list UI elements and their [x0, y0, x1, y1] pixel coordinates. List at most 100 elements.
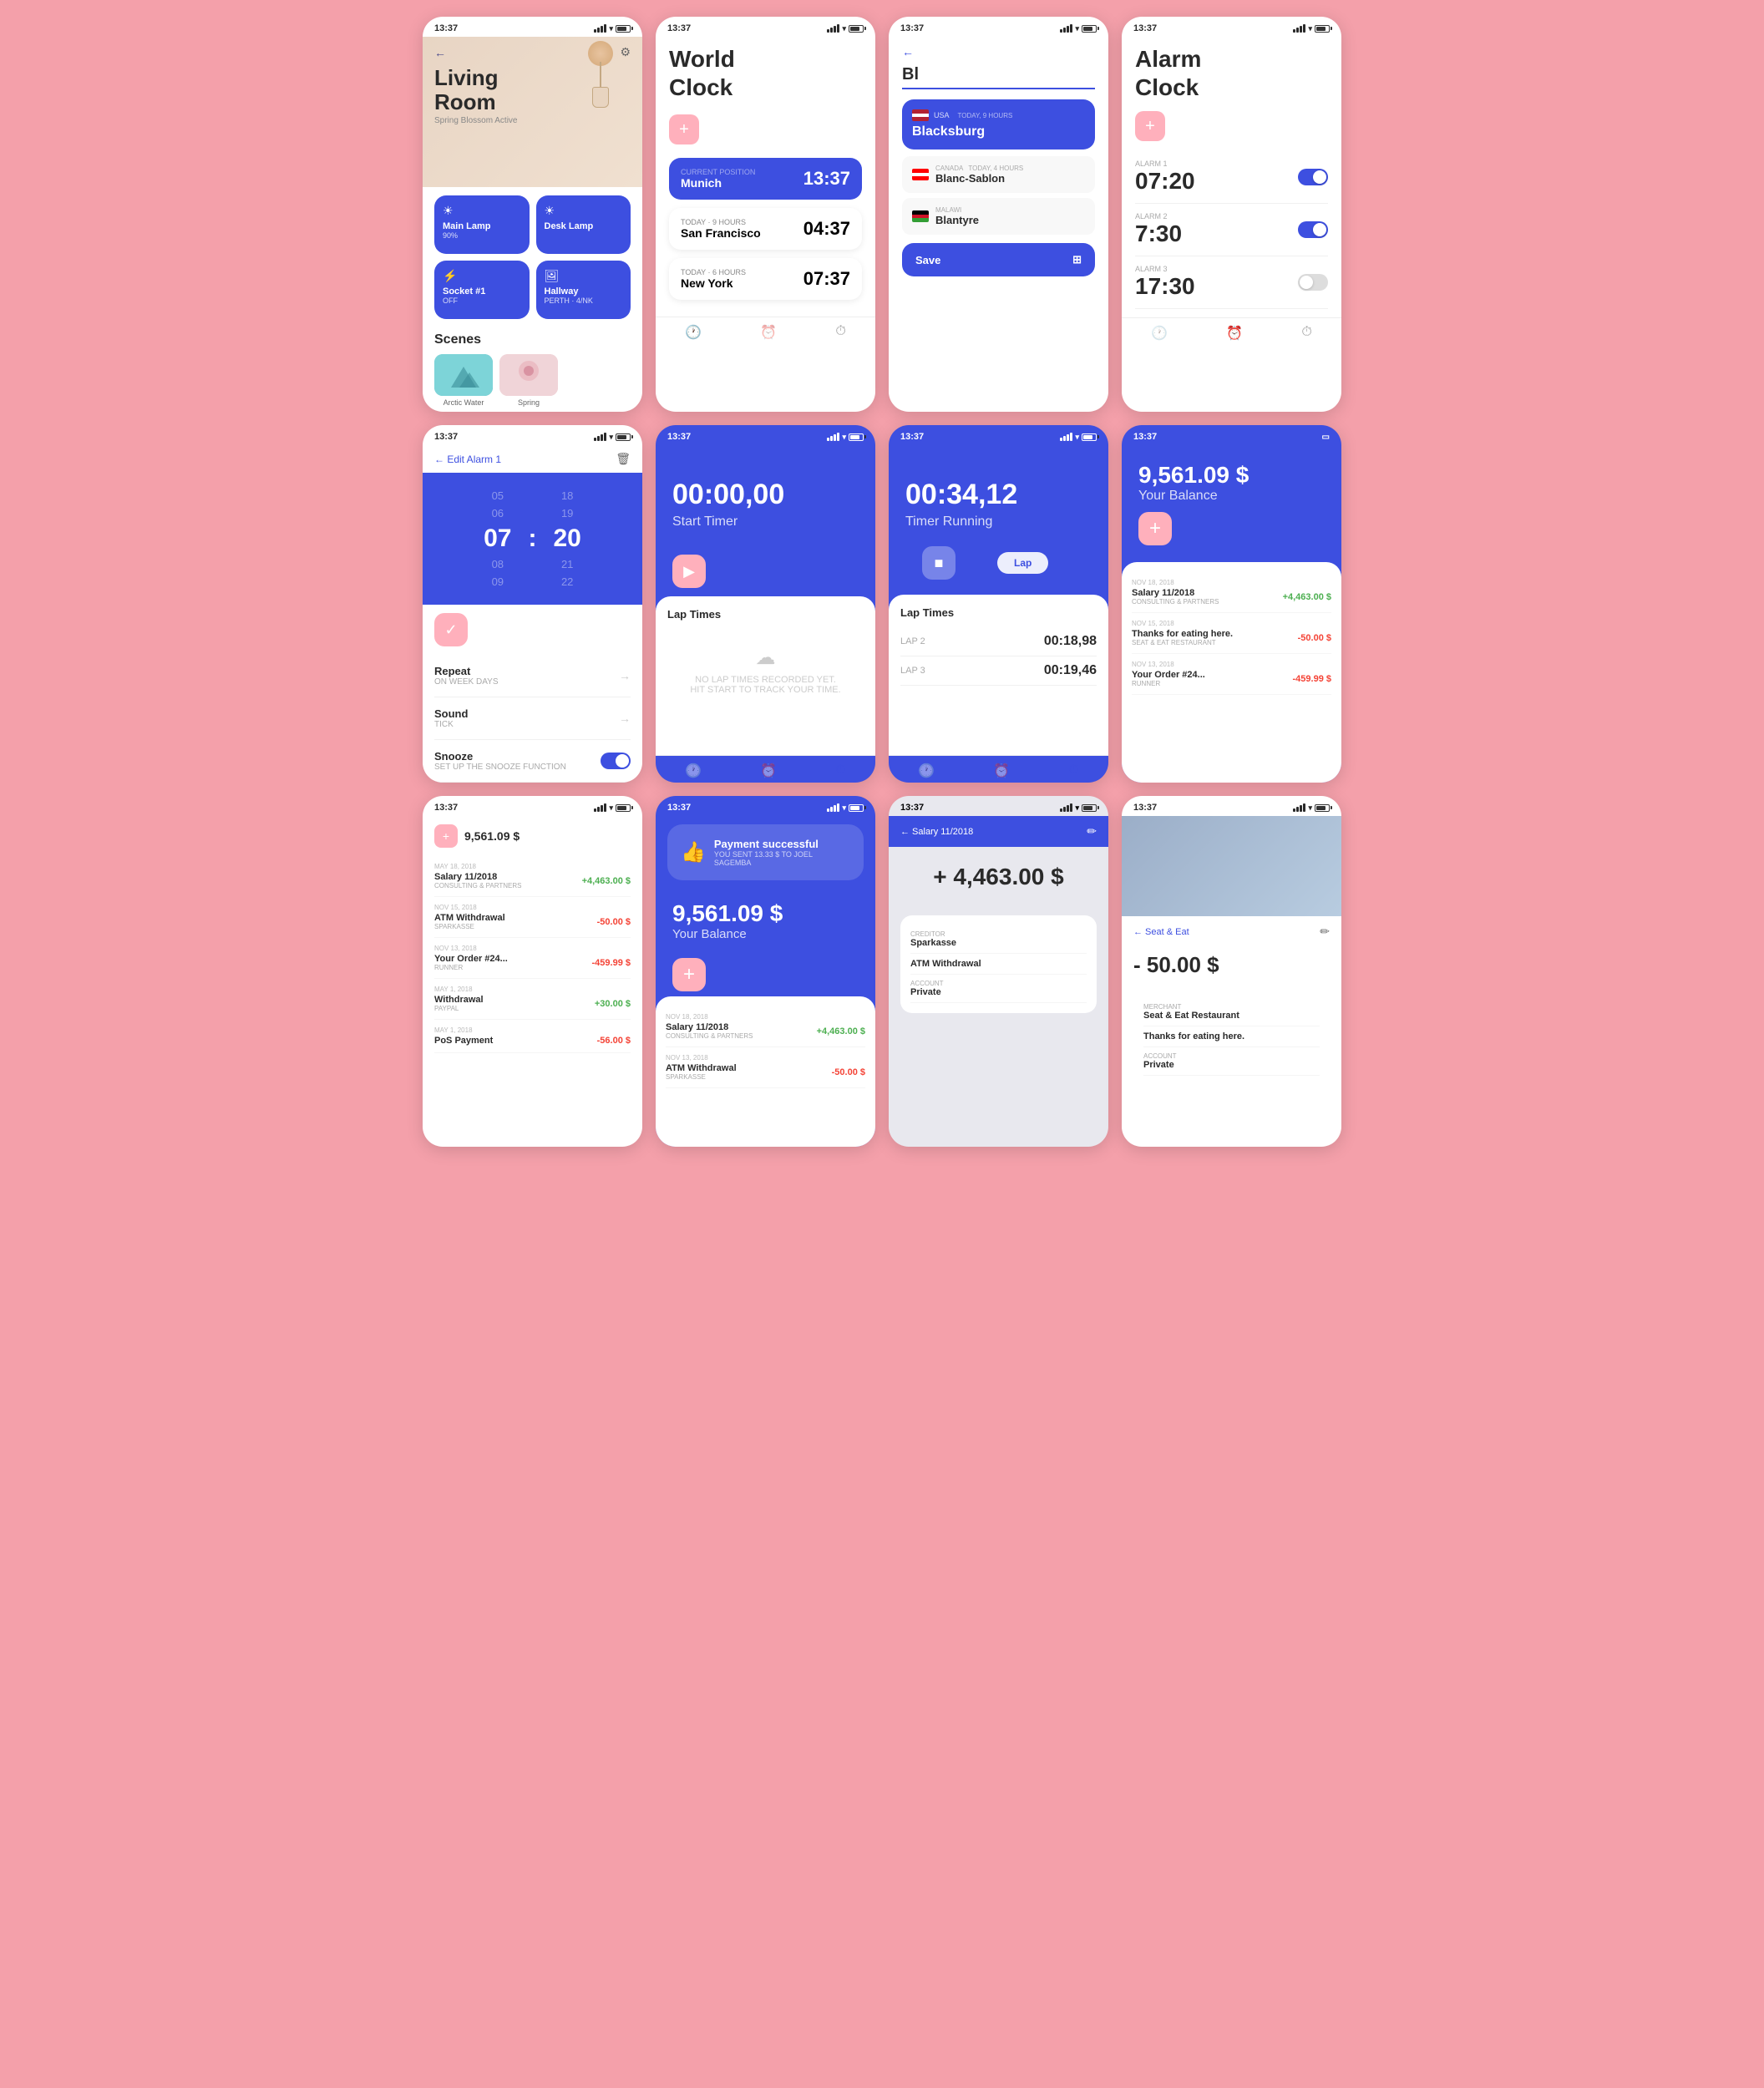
- tab-stopwatch-3[interactable]: ⏱: [835, 763, 845, 779]
- phone-smart-home: 13:37 ▾ ← ⚙ LivingRo: [423, 17, 642, 412]
- detail-value-0: Sparkasse: [910, 938, 1087, 948]
- alarm-1-toggle[interactable]: [1298, 169, 1328, 185]
- tx9-1[interactable]: NOV 15, 2018 ATM Withdrawal SPARKASSE -5…: [434, 897, 631, 938]
- tab-stopwatch-2[interactable]: ⏱: [1301, 325, 1311, 342]
- save-button[interactable]: Save ⊞: [902, 243, 1095, 276]
- clock-ny-city: New York: [681, 276, 746, 290]
- alarm-3-label: ALARM 3: [1135, 265, 1195, 273]
- device-desk-lamp[interactable]: ☀ Desk Lamp: [536, 195, 631, 254]
- add-clock-btn[interactable]: +: [669, 114, 699, 144]
- tx-name-2: Your Order #24...: [1132, 670, 1205, 680]
- result-malawi[interactable]: MALAWI Blantyre: [902, 198, 1095, 235]
- timer-bottom-tabs: 🕐 ⏰ ⏱: [656, 755, 875, 783]
- clock-sf-time: 04:37: [803, 218, 850, 240]
- delete-icon[interactable]: 🗑: [616, 452, 631, 466]
- snooze-toggle[interactable]: [601, 753, 631, 769]
- tx9-row-4: PoS Payment -56.00 $: [434, 1036, 631, 1046]
- tab-world-clock[interactable]: 🕐: [685, 324, 702, 341]
- clock-sf-city: San Francisco: [681, 226, 761, 240]
- alarm-add-btn[interactable]: +: [1135, 111, 1165, 141]
- tx-date-0: NOV 18, 2018: [1132, 579, 1331, 586]
- lap-time-1: 00:18,98: [1044, 634, 1097, 649]
- search-input[interactable]: [902, 62, 1095, 88]
- rest-label-0: MERCHANT: [1143, 1003, 1320, 1011]
- salary-edit[interactable]: ✏: [1087, 824, 1097, 839]
- tx9-2[interactable]: NOV 13, 2018 Your Order #24... RUNNER -4…: [434, 938, 631, 979]
- scene-arctic-water[interactable]: Arctic Water: [434, 354, 493, 407]
- lap-btn[interactable]: Lap: [997, 552, 1048, 574]
- scene-thumb-1: [434, 354, 493, 396]
- timer-running-time: 00:34,12: [905, 479, 1092, 511]
- restaurant-back[interactable]: ← Seat & Eat: [1133, 927, 1189, 937]
- tx-food[interactable]: NOV 15, 2018 Thanks for eating here. SEA…: [1132, 613, 1331, 654]
- status-bar-6: 13:37 ▾: [656, 425, 875, 445]
- tx9-4[interactable]: MAY 1, 2018 PoS Payment -56.00 $: [434, 1020, 631, 1053]
- tab-stopwatch-4[interactable]: ⏱: [1068, 763, 1078, 779]
- tx10-1[interactable]: NOV 13, 2018 ATM Withdrawal SPARKASSE -5…: [666, 1047, 865, 1088]
- alarm-2-toggle[interactable]: [1298, 221, 1328, 238]
- search-back[interactable]: ←: [902, 45, 914, 58]
- alarm-3-toggle[interactable]: [1298, 274, 1328, 291]
- tx9-date-4: MAY 1, 2018: [434, 1026, 631, 1034]
- signal-4: [1293, 24, 1305, 33]
- result-canada[interactable]: CANADA TODAY, 4 HOURS Blanc-Sablon: [902, 156, 1095, 193]
- tx10-0[interactable]: NOV 18, 2018 Salary 11/2018 CONSULTING &…: [666, 1006, 865, 1047]
- tab-alarm-4[interactable]: ⏰: [993, 763, 1010, 779]
- clock-ny-label: TODAY · 6 HOURS: [681, 268, 746, 276]
- tab-alarm[interactable]: ⏰: [760, 324, 777, 341]
- result-blacksburg[interactable]: USA TODAY, 9 HOURS Blacksburg: [902, 99, 1095, 150]
- hours-col: 05 06 07 08 09: [484, 489, 511, 588]
- scene-spring[interactable]: Spring: [499, 354, 558, 407]
- setting-sound[interactable]: Sound TICK →: [434, 697, 631, 740]
- room-subtitle: Spring Blossom Active: [434, 116, 631, 125]
- sound-value: TICK: [434, 720, 468, 729]
- timer-stop-btn[interactable]: ■: [922, 546, 956, 580]
- canada-flag: [912, 169, 929, 180]
- tx9-left-0: Salary 11/2018 CONSULTING & PARTNERS: [434, 872, 521, 889]
- device-hallway[interactable]: 🖼 Hallway PERTH · 4/NK: [536, 261, 631, 319]
- tx9-0[interactable]: MAY 18, 2018 Salary 11/2018 CONSULTING &…: [434, 856, 631, 897]
- restaurant-edit[interactable]: ✏: [1320, 925, 1330, 939]
- rest-detail-0: MERCHANT Seat & Eat Restaurant: [1143, 998, 1320, 1026]
- hour-09: 09: [492, 575, 504, 588]
- time-picker: 05 06 07 08 09 : 18 19 20 21 22: [423, 473, 642, 605]
- tab-clock-4[interactable]: 🕐: [918, 763, 935, 779]
- tx9-name-2: Your Order #24...: [434, 954, 508, 964]
- hour-08: 08: [492, 558, 504, 570]
- confirm-btn[interactable]: ✓: [434, 613, 468, 646]
- battery-9: [616, 804, 631, 812]
- balance-add-btn[interactable]: +: [1138, 512, 1172, 545]
- rest-value-0: Seat & Eat Restaurant: [1143, 1011, 1320, 1021]
- city-blanc: Blanc-Sablon: [935, 172, 1023, 185]
- edit-alarm-back[interactable]: ← Edit Alarm 1: [434, 454, 501, 465]
- device-main-lamp[interactable]: ☀ Main Lamp 90%: [434, 195, 530, 254]
- status-bar-1: 13:37 ▾: [423, 17, 642, 37]
- tab-alarm-3[interactable]: ⏰: [760, 763, 777, 779]
- tx9-amount-4: -56.00 $: [597, 1036, 631, 1046]
- tx-salary[interactable]: NOV 18, 2018 Salary 11/2018 CONSULTING &…: [1132, 572, 1331, 613]
- timer-play-btn[interactable]: ▶: [672, 555, 706, 588]
- device-socket[interactable]: ⚡ Socket #1 OFF: [434, 261, 530, 319]
- tx10-sub-0: CONSULTING & PARTNERS: [666, 1032, 753, 1040]
- tx-order[interactable]: NOV 13, 2018 Your Order #24... RUNNER -4…: [1132, 654, 1331, 695]
- salary-back[interactable]: ← Salary 11/2018: [900, 827, 973, 837]
- setting-repeat[interactable]: Repeat ON WEEK DAYS →: [434, 655, 631, 697]
- payment-add-btn[interactable]: +: [672, 958, 706, 991]
- tx9-3[interactable]: MAY 1, 2018 Withdrawal PAYPAL +30.00 $: [434, 979, 631, 1020]
- back-arrow[interactable]: ←: [434, 46, 446, 59]
- detail-account: ACCOUNT Private: [910, 975, 1087, 1003]
- clock-ny: TODAY · 6 HOURS New York 07:37: [669, 258, 862, 300]
- status-bar-3: 13:37 ▾: [889, 17, 1108, 37]
- tab-clock-3[interactable]: 🕐: [685, 763, 702, 779]
- tx9-date-1: NOV 15, 2018: [434, 904, 631, 911]
- time-sep: :: [529, 525, 537, 553]
- tab-stopwatch[interactable]: ⏱: [835, 324, 845, 341]
- detail-label-2: ACCOUNT: [910, 980, 1087, 987]
- search-nav: ←: [902, 45, 1095, 62]
- tab-clock-2[interactable]: 🕐: [1151, 325, 1168, 342]
- alarm-row-3: ALARM 3 17:30: [1135, 256, 1328, 309]
- device-status-3: PERTH · 4/NK: [545, 296, 623, 305]
- search-content: ← USA TODAY, 9 HOURS Blacksburg: [889, 37, 1108, 285]
- status-time-12: 13:37: [1133, 803, 1157, 813]
- tab-alarm-2[interactable]: ⏰: [1226, 325, 1243, 342]
